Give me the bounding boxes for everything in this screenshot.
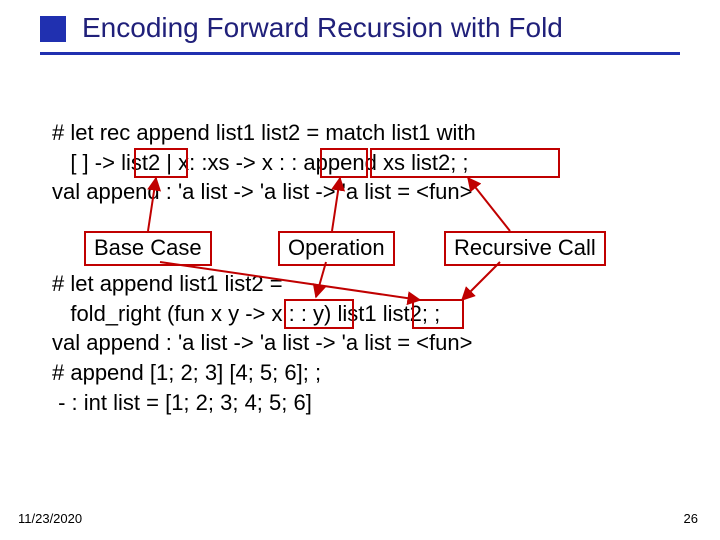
title-accent-square xyxy=(40,16,66,42)
code-block-2-line-2: fold_right (fun x y -> x : : y) list1 li… xyxy=(52,299,672,329)
page-title: Encoding Forward Recursion with Fold xyxy=(82,12,563,44)
code-block-2-line-4: # append [1; 2; 3] [4; 5; 6]; ; xyxy=(52,358,672,388)
code-block-2-line-3: val append : 'a list -> 'a list -> 'a li… xyxy=(52,328,672,358)
code-block-1-line-2: [ ] -> list2 | x: :xs -> x : : append xs… xyxy=(52,148,672,178)
code-block-2-line-5: - : int list = [1; 2; 3; 4; 5; 6] xyxy=(52,388,672,418)
title-underline xyxy=(40,52,680,55)
code-block-2-line-1: # let append list1 list2 = xyxy=(52,269,672,299)
footer-page-number: 26 xyxy=(684,511,698,526)
code-block-1-line-3: val append : 'a list -> 'a list -> 'a li… xyxy=(52,177,672,207)
code-block-1-line-1: # let rec append list1 list2 = match lis… xyxy=(52,118,672,148)
footer-date: 11/23/2020 xyxy=(18,511,82,526)
slide-content: # let rec append list1 list2 = match lis… xyxy=(52,118,672,418)
